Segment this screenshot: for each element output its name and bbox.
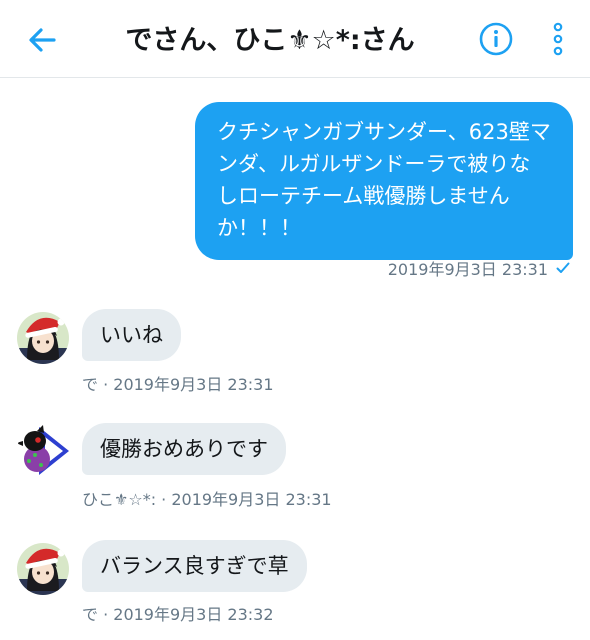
info-icon[interactable] xyxy=(478,21,514,57)
incoming-message-meta: で · 2019年9月3日 23:31 xyxy=(82,375,274,394)
check-icon xyxy=(556,262,570,273)
header-bar: でさん、ひこ⚜☆*:さん xyxy=(0,0,590,78)
outgoing-message-bubble[interactable]: クチシャンガブサンダー、623壁マンダ、ルガルザンドーラで被りなしローテチーム戦… xyxy=(195,102,573,260)
incoming-message-bubble[interactable]: 優勝おめありです xyxy=(82,423,286,475)
outgoing-message-meta: 2019年9月3日 23:31 xyxy=(388,256,570,280)
more-options-icon[interactable] xyxy=(546,20,570,58)
avatar[interactable] xyxy=(17,312,69,364)
avatar[interactable] xyxy=(17,543,69,595)
incoming-message-bubble[interactable]: いいね xyxy=(82,309,181,361)
avatar[interactable] xyxy=(17,425,69,477)
outgoing-timestamp: 2019年9月3日 23:31 xyxy=(387,260,548,279)
back-arrow-icon[interactable] xyxy=(22,20,62,60)
conversation-title: でさん、ひこ⚜☆*:さん xyxy=(125,25,415,56)
incoming-message-bubble[interactable]: バランス良すぎで草 xyxy=(82,540,307,592)
dm-conversation-screen: でさん、ひこ⚜☆*:さん クチシャンガブサンダー、623壁マンダ、ルガルザンドー… xyxy=(0,0,590,640)
incoming-message-meta: ひこ⚜☆*: · 2019年9月3日 23:31 xyxy=(82,490,332,509)
incoming-message-meta: で · 2019年9月3日 23:32 xyxy=(82,605,274,624)
